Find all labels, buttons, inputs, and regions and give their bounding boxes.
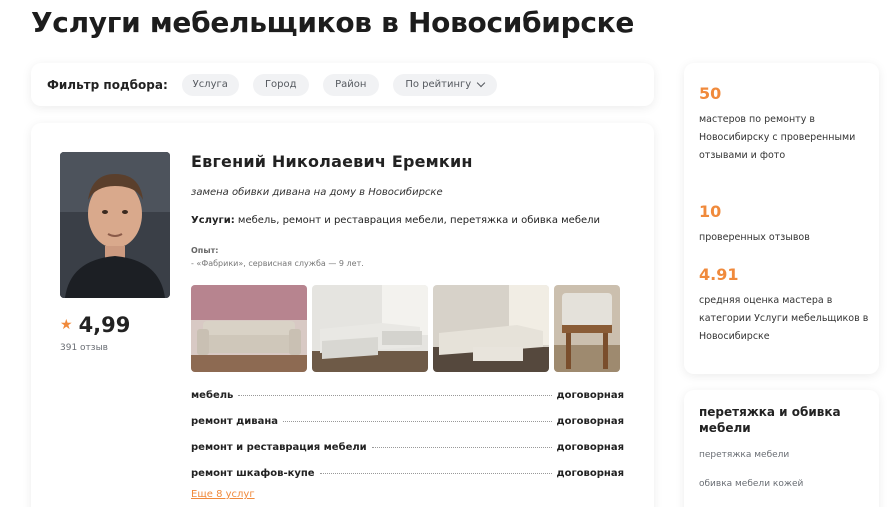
price-row: ремонт и реставрация мебели договорная [191, 442, 624, 453]
filter-service-chip[interactable]: Услуга [181, 73, 239, 96]
category-link[interactable]: перетяжка мебели [699, 450, 789, 460]
stat-reviews-count: 10 [699, 202, 722, 221]
filter-city-chip[interactable]: Город [252, 73, 309, 96]
category-title: перетяжка и обивка мебели [699, 405, 841, 435]
avatar[interactable] [60, 152, 170, 298]
stat-rating-text: средняя оценка мастера в категории Услуг… [699, 295, 869, 342]
rating-value: 4,99 [78, 313, 131, 337]
price-row: мебель договорная [191, 390, 624, 401]
category-card: перетяжка и обивка мебели перетяжка мебе… [684, 390, 879, 507]
rating: ★ 4,99 [60, 313, 130, 337]
filter-district-chip[interactable]: Район [322, 73, 379, 96]
sort-by-rating-dropdown[interactable]: По рейтингу [392, 73, 497, 96]
stat-masters-count: 50 [699, 84, 722, 103]
work-photo[interactable] [433, 285, 549, 372]
stats-card: 50 мастеров по ремонту в Новосибирску с … [684, 63, 879, 374]
chevron-down-icon [476, 78, 486, 87]
master-tagline: замена обивки дивана на дому в Новосибир… [191, 187, 443, 198]
page-title: Услуги мебельщиков в Новосибирске [31, 6, 635, 39]
master-card: ★ 4,99 391 отзыв Евгений Николаевич Ерем… [31, 123, 654, 507]
services-label: Услуги: [191, 215, 235, 226]
experience-title: Опыт: [191, 246, 219, 255]
filter-label: Фильтр подбора: [47, 77, 168, 92]
services-text: мебель, ремонт и реставрация мебели, пер… [237, 215, 601, 226]
work-photo[interactable] [312, 285, 428, 372]
work-photo[interactable] [554, 285, 620, 372]
more-services-link[interactable]: Еще 8 услуг [191, 489, 255, 500]
star-icon: ★ [60, 317, 73, 333]
work-photo[interactable] [191, 285, 307, 372]
stat-masters-text: мастеров по ремонту в Новосибирску с про… [699, 114, 856, 161]
stat-average-rating: 4.91 [699, 265, 739, 284]
master-name[interactable]: Евгений Николаевич Еремкин [191, 152, 473, 171]
reviews-count: 391 отзыв [60, 343, 108, 353]
experience-text: - «Фабрики», сервисная служба — 9 лет. [191, 259, 364, 268]
category-link[interactable]: обивка мебели кожей [699, 479, 803, 489]
price-row: ремонт шкафов-купе договорная [191, 468, 624, 479]
services-line: Услуги: мебель, ремонт и реставрация меб… [191, 215, 600, 226]
price-row: ремонт дивана договорная [191, 416, 624, 427]
stat-reviews-text: проверенных отзывов [699, 232, 810, 243]
filter-bar: Фильтр подбора: Услуга Город Район По ре… [31, 63, 654, 106]
